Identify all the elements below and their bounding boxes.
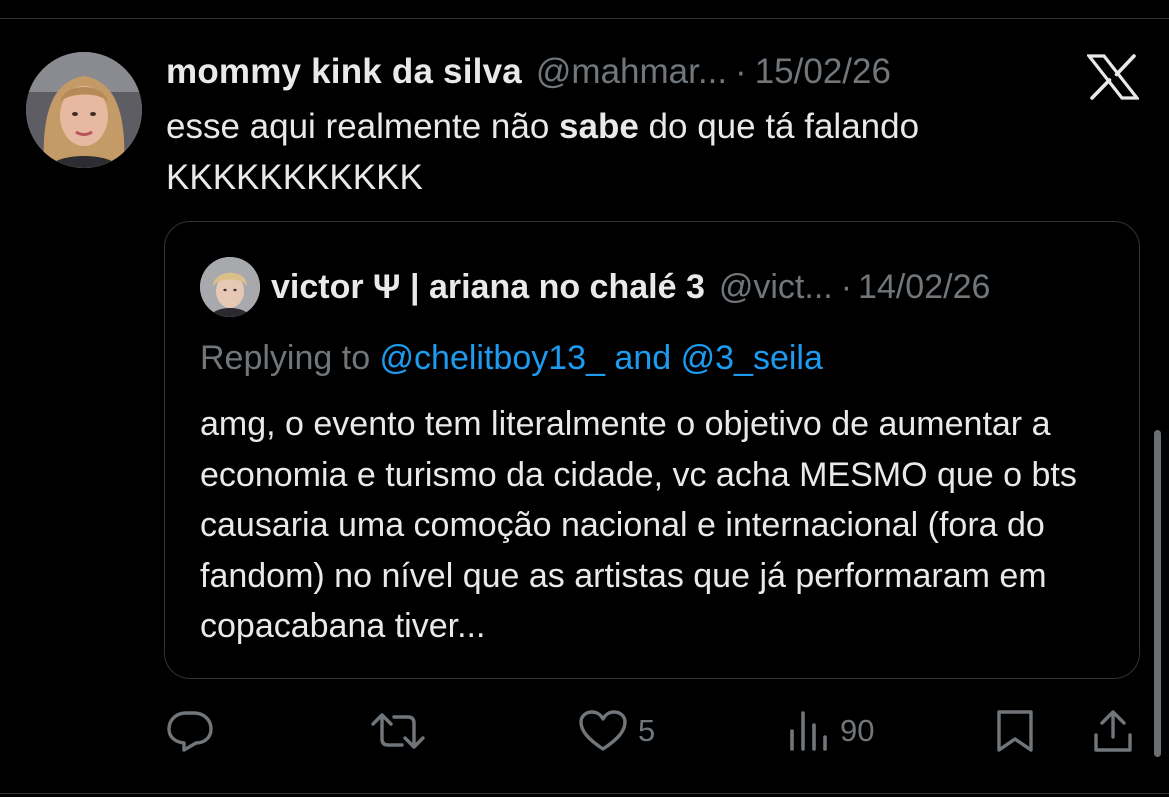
heart-icon [578, 709, 628, 753]
reply-button[interactable] [166, 708, 224, 754]
retweet-icon [370, 709, 426, 753]
tweet-header: mommy kink da silva @mahmar... · 15/02/2… [166, 50, 891, 94]
replying-prefix: Replying to [200, 339, 380, 377]
quoted-tweet-date[interactable]: 14/02/26 [858, 268, 990, 307]
tweet-date[interactable]: 15/02/26 [755, 52, 891, 92]
tweet-text-part2: do que tá falando [638, 107, 920, 146]
share-icon [1092, 709, 1134, 753]
views-button[interactable]: 90 [788, 708, 874, 754]
scrollbar-thumb[interactable] [1154, 430, 1161, 757]
top-divider [0, 18, 1169, 19]
tweet-text-line2: KKKKKKKKKKK [166, 158, 423, 197]
like-count: 5 [638, 713, 656, 748]
bookmark-icon [995, 709, 1035, 753]
retweet-button[interactable] [370, 708, 436, 754]
x-logo-icon[interactable] [1085, 54, 1141, 100]
tweet-text: esse aqui realmente não sabe do que tá f… [166, 101, 1066, 203]
replying-and: and [604, 339, 681, 377]
quoted-separator-dot: · [840, 267, 853, 306]
author-name[interactable]: mommy kink da silva [166, 52, 522, 92]
author-handle[interactable]: @mahmar... [536, 52, 727, 92]
quoted-tweet-header: victor Ψ | ariana no chalé 3 @vict... · … [271, 264, 990, 310]
bottom-divider [0, 793, 1169, 794]
bookmark-button[interactable] [995, 708, 1035, 754]
replying-mention-2[interactable]: @3_seila [681, 339, 823, 377]
reply-icon [166, 709, 214, 753]
views-icon [788, 709, 830, 753]
like-button[interactable]: 5 [578, 708, 655, 754]
views-count: 90 [840, 713, 875, 748]
tweet-text-bold: sabe [559, 107, 639, 146]
separator-dot: · [735, 52, 747, 91]
replying-mention-1[interactable]: @chelitboy13_ [380, 339, 605, 377]
quoted-author-avatar[interactable] [200, 257, 260, 317]
tweet-text-part1: esse aqui realmente não [166, 107, 560, 146]
share-button[interactable] [1092, 708, 1134, 754]
quoted-tweet-text: amg, o evento tem literalmente o objetiv… [200, 405, 1077, 645]
quoted-author-name[interactable]: victor Ψ | ariana no chalé 3 [271, 268, 705, 307]
author-avatar[interactable] [26, 52, 142, 168]
replying-to-line: Replying to @chelitboy13_ and @3_seila [200, 335, 823, 381]
quoted-author-handle[interactable]: @vict... [719, 268, 833, 307]
